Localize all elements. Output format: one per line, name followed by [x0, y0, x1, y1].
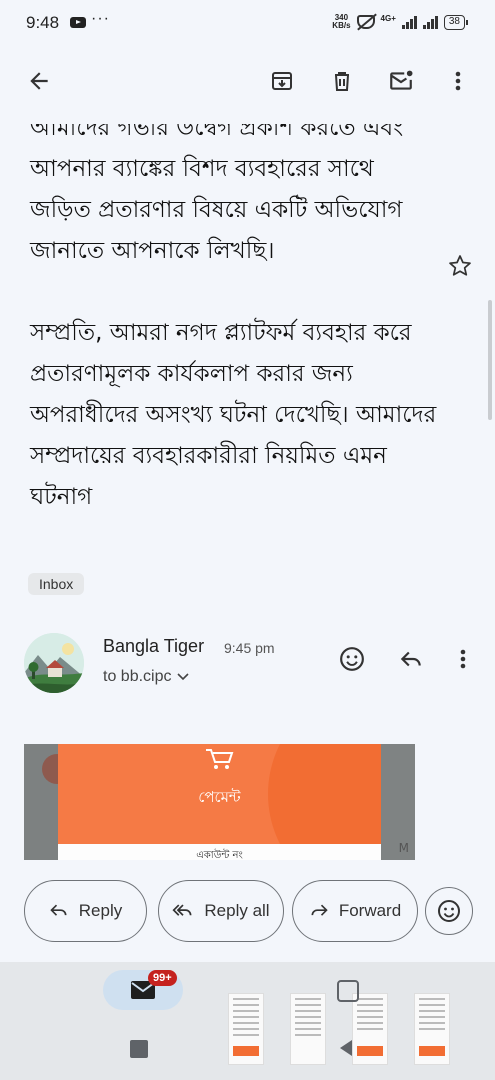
email-body: আমাদের গভীর উদ্বেগ প্রকাশ করতে এবং আপনার… [30, 108, 440, 518]
more-options-icon[interactable] [443, 66, 473, 96]
add-reaction-icon[interactable] [337, 644, 367, 674]
reply-all-button[interactable]: Reply all [158, 880, 284, 942]
more-notifications-icon: ··· [91, 10, 110, 27]
reply-icon [50, 904, 67, 916]
email-paragraph: সম্প্রতি, আমরা নগদ প্ল্যাটফর্ম ব্যবহার ক… [30, 320, 437, 510]
archive-icon[interactable] [267, 66, 297, 96]
status-time: 9:48 [26, 13, 60, 32]
signal-icon [401, 15, 417, 29]
payment-title: পেমেন্ট [198, 788, 241, 806]
recipient-label: to bb.cipc [103, 668, 172, 685]
network-speed: 340 KB/s [332, 13, 351, 30]
unread-badge: 99+ [148, 970, 177, 986]
forward-icon [311, 904, 328, 916]
reply-icon[interactable] [396, 644, 426, 674]
reply-button[interactable]: Reply [24, 880, 147, 942]
embedded-image[interactable]: পেমেন্ট একাউন্ট নং M [24, 744, 415, 860]
avatar[interactable] [24, 633, 84, 693]
reply-all-icon [172, 904, 192, 916]
recent-app-thumbnail[interactable] [228, 993, 264, 1065]
signal-icon-2 [422, 15, 438, 29]
youtube-notification-icon [70, 17, 86, 28]
inbox-label-chip[interactable]: Inbox [28, 573, 85, 595]
scrollbar[interactable] [488, 300, 492, 420]
recent-app-thumbnail[interactable] [414, 993, 450, 1065]
status-bar: 9:48 ··· 340 KB/s 4G+ 38 [0, 0, 495, 46]
reply-all-label: Reply all [204, 901, 270, 920]
sender-name: Bangla Tiger [103, 636, 205, 656]
emoji-icon [438, 900, 460, 922]
forward-label: Forward [338, 901, 402, 920]
account-number-label: একাউন্ট নং [196, 850, 243, 860]
edge-letter: M [398, 841, 409, 855]
back-button[interactable] [340, 1040, 352, 1056]
emoji-reaction-button[interactable] [425, 887, 473, 935]
top-app-bar [0, 46, 495, 120]
recipient-details[interactable]: to bb.cipc [103, 668, 190, 686]
sender-time: 9:45 pm [224, 640, 275, 656]
delete-icon[interactable] [327, 66, 357, 96]
network-type: 4G+ [380, 13, 396, 23]
recent-app-thumbnail[interactable] [290, 993, 326, 1065]
reply-label: Reply [78, 901, 123, 920]
chevron-down-icon [177, 673, 190, 681]
recents-button[interactable] [130, 1040, 148, 1058]
cart-icon [206, 749, 234, 769]
recent-app-thumbnail[interactable] [352, 993, 388, 1065]
star-icon[interactable] [447, 253, 473, 279]
home-button[interactable] [337, 980, 359, 1002]
sender-more-icon[interactable] [448, 644, 478, 674]
payment-card: পেমেন্ট একাউন্ট নং [58, 744, 381, 860]
forward-button[interactable]: Forward [292, 880, 418, 942]
back-arrow-icon[interactable] [24, 66, 54, 96]
mute-icon [356, 15, 375, 29]
email-paragraph: আমাদের গভীর উদ্বেগ প্রকাশ করতে এবং আপনার… [30, 115, 404, 264]
mark-unread-icon[interactable] [386, 66, 416, 96]
battery-icon: 38 [443, 14, 469, 30]
